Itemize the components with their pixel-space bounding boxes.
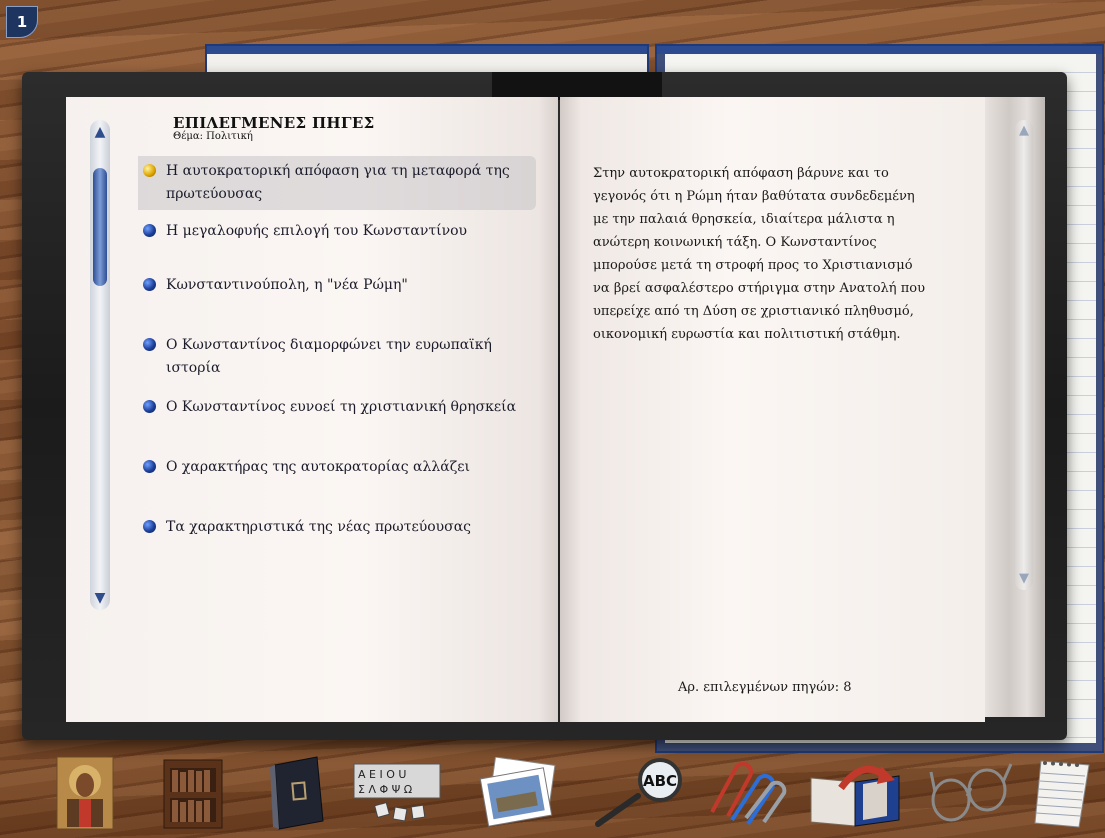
bullet-icon (143, 520, 156, 533)
source-label: Ο Κωνσταντίνος ευνοεί τη χριστιανική θρη… (166, 399, 517, 415)
notepad-icon[interactable] (1025, 754, 1100, 832)
magnifier-label: ABC (643, 772, 677, 790)
list-item-source-1[interactable]: Η αυτοκρατορική απόφαση για τη μεταφορά … (138, 156, 536, 210)
scroll-down-arrow-icon[interactable]: ▼ (90, 588, 110, 608)
topic-subtitle: Θέμα: Πολιτική (173, 131, 253, 142)
list-item-source-6[interactable]: Ο χαρακτήρας της αυτοκρατορίας αλλάζει (138, 452, 536, 483)
source-label: Τα χαρακτηριστικά της νέας πρωτεύουσας (166, 519, 471, 535)
source-label: Ο χαρακτήρας της αυτοκρατορίας αλλάζει (166, 459, 471, 475)
source-label: Ο Κωνσταντίνος διαμορφώνει την ευρωπαϊκή… (166, 337, 492, 376)
bullet-selected-icon (143, 164, 156, 177)
sources-heading: ΕΠΙΛΕΓΜΕΝΕΣ ΠΗΓΕΣ Θέμα: Πολιτική (173, 114, 374, 142)
source-label: Κωνσταντινούπολη, η "νέα Ρώμη" (166, 277, 408, 293)
photographs-icon[interactable] (475, 754, 565, 832)
eyeglasses-icon[interactable] (925, 754, 1015, 832)
sources-scrollbar[interactable]: ▲ ▼ (90, 120, 110, 610)
magnifier-abc-icon[interactable]: ABC (585, 754, 695, 832)
paperclips-icon[interactable] (700, 754, 790, 832)
text-scroll-up-arrow-icon[interactable]: ▲ (1015, 122, 1033, 140)
bullet-icon (143, 400, 156, 413)
source-detail-text: Στην αυτοκρατορική απόφαση βάρυνε και το… (593, 166, 925, 342)
letter-blocks-icon[interactable]: A E I O U Σ Λ Φ Ψ Ω (348, 754, 448, 832)
text-scroll-down-arrow-icon[interactable]: ▼ (1015, 570, 1033, 588)
list-item-source-5[interactable]: Ο Κωνσταντίνος ευνοεί τη χριστιανική θρη… (138, 392, 536, 423)
bullet-icon (143, 278, 156, 291)
scrollbar-thumb[interactable] (93, 168, 107, 286)
bullet-icon (143, 224, 156, 237)
list-item-source-2[interactable]: Η μεγαλοφυής επιλογή του Κωνσταντίνου (138, 216, 536, 247)
list-item-source-3[interactable]: Κωνσταντινούπολη, η "νέα Ρώμη" (138, 270, 536, 301)
selected-sources-count: Αρ. επιλεγμένων πηγών: 8 (678, 680, 852, 695)
bullet-icon (143, 460, 156, 473)
list-item-source-4[interactable]: Ο Κωνσταντίνος διαμορφώνει την ευρωπαϊκή… (138, 330, 536, 384)
page-title: ΕΠΙΛΕΓΜΕΝΕΣ ΠΗΓΕΣ (173, 114, 375, 132)
icon-mosaic-icon[interactable] (50, 754, 120, 832)
source-label: Η αυτοκρατορική απόφαση για τη μεταφορά … (166, 163, 510, 202)
bullet-icon (143, 338, 156, 351)
svg-text:A E I O U: A E I O U (358, 768, 406, 781)
list-item-source-7[interactable]: Τα χαρακτηριστικά της νέας πρωτεύουσας (138, 512, 536, 543)
open-book-arrow-icon[interactable] (802, 754, 912, 832)
svg-text:Σ Λ Φ Ψ Ω: Σ Λ Φ Ψ Ω (358, 783, 412, 796)
text-scrollbar[interactable]: ▲ ▼ (1015, 120, 1033, 590)
source-label: Η μεγαλοφυής επιλογή του Κωνσταντίνου (166, 223, 468, 239)
library-books-icon[interactable] (158, 754, 228, 832)
scroll-up-arrow-icon[interactable]: ▲ (90, 122, 110, 142)
bottom-toolbar: A E I O U Σ Λ Φ Ψ Ω ABC (0, 748, 1105, 838)
closed-book-icon[interactable] (262, 754, 332, 832)
